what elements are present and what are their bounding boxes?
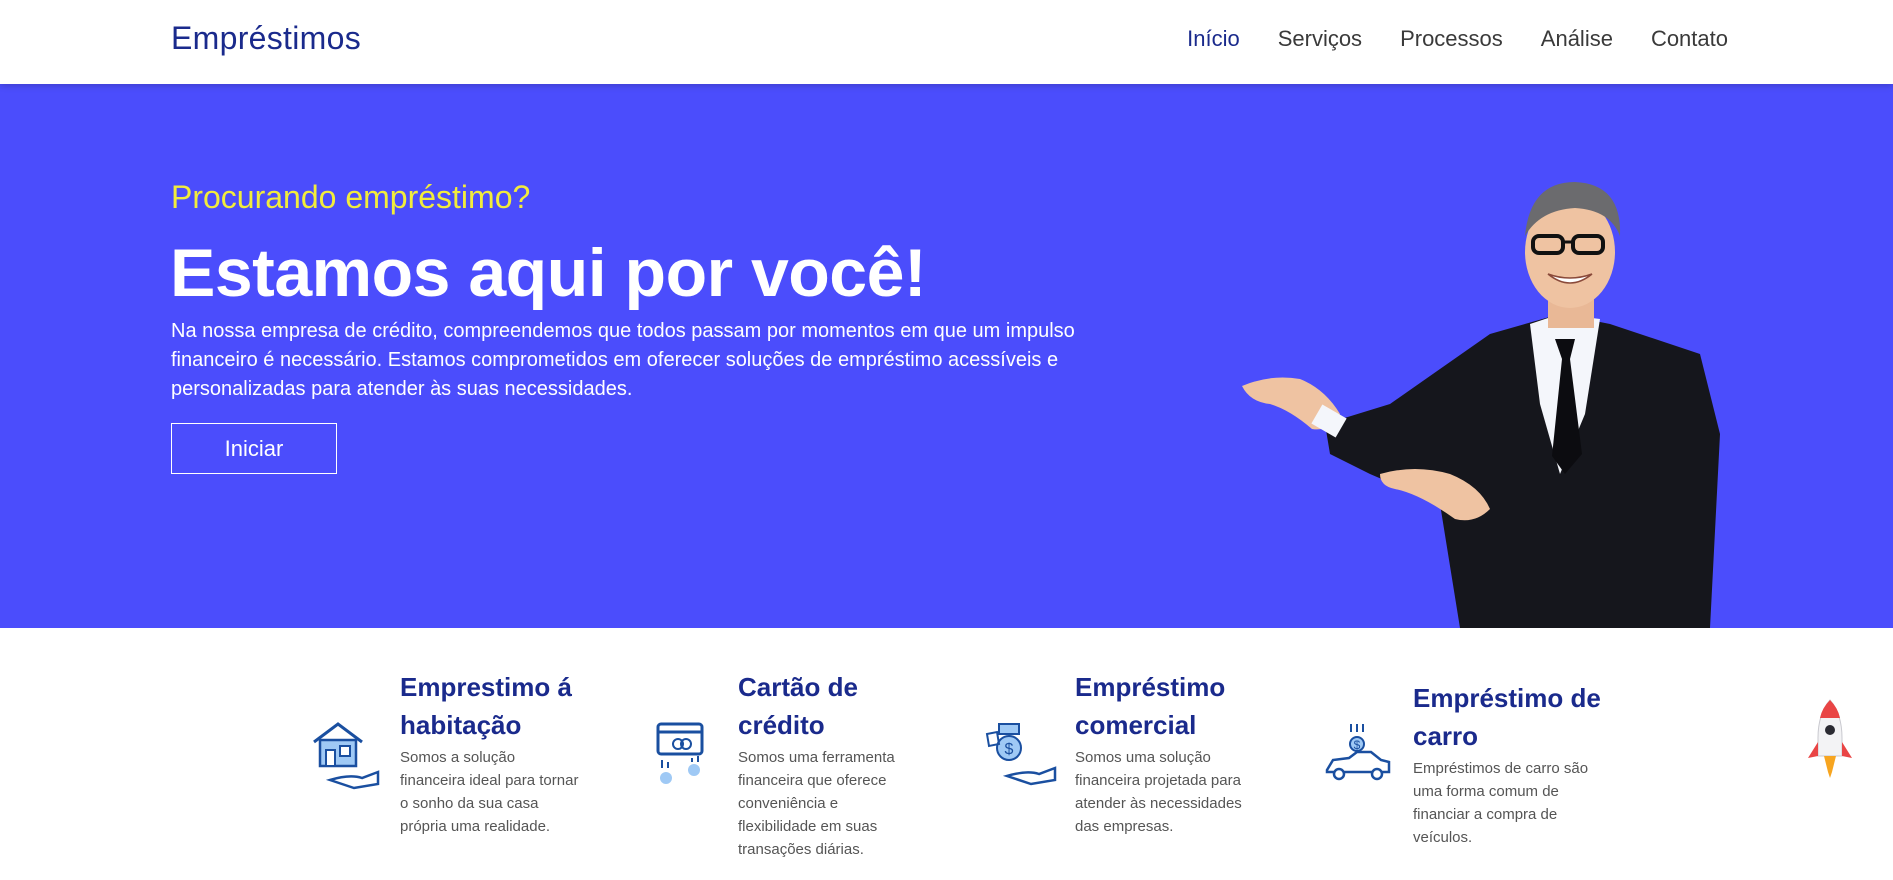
nav-item-analise[interactable]: Análise [1541, 26, 1613, 52]
house-hand-icon [313, 722, 380, 790]
money-hand-icon: $ [985, 723, 1057, 786]
scroll-to-top-rocket-icon[interactable] [1806, 698, 1854, 782]
service-desc: Somos a solução financeira ideal para to… [400, 749, 579, 835]
credit-card-icon [656, 722, 704, 784]
hero-subtitle: Procurando empréstimo? [171, 179, 531, 215]
service-title: Empréstimo comercial [1075, 672, 1226, 740]
service-desc: Empréstimos de carro são uma forma comum… [1413, 760, 1589, 846]
nav-item-servicos[interactable]: Serviços [1278, 26, 1362, 52]
nav-item-contato[interactable]: Contato [1651, 26, 1728, 52]
service-card-car[interactable]: $ Empréstimo de carro Empréstimos de car… [1323, 668, 1653, 868]
services-section: Emprestimo á habitação Somos a solução f… [0, 628, 1893, 880]
service-title: Empréstimo de carro [1413, 683, 1601, 751]
service-card-credit-card[interactable]: Cartão de crédito Somos uma ferramenta f… [648, 668, 978, 868]
hero-title: Estamos aqui por você! [170, 235, 927, 311]
service-card-commercial[interactable]: $ Empréstimo comercial Somos uma solução… [985, 668, 1315, 868]
hero-section: Procurando empréstimo? Estamos aqui por … [0, 84, 1893, 628]
service-title: Cartão de crédito [738, 672, 858, 740]
main-nav: Início Serviços Processos Análise Contat… [1187, 26, 1728, 52]
service-card-housing[interactable]: Emprestimo á habitação Somos a solução f… [310, 668, 640, 868]
svg-text:$: $ [1005, 741, 1014, 758]
brand-logo[interactable]: Empréstimos [171, 20, 361, 57]
start-button[interactable]: Iniciar [171, 423, 337, 474]
businessman-image [1242, 182, 1720, 628]
site-header: Empréstimos Início Serviços Processos An… [0, 0, 1893, 84]
svg-text:$: $ [1354, 738, 1361, 752]
nav-item-processos[interactable]: Processos [1400, 26, 1503, 52]
nav-item-inicio[interactable]: Início [1187, 26, 1240, 52]
service-desc: Somos uma solução financeira projetada p… [1075, 749, 1242, 835]
service-desc: Somos uma ferramenta financeira que ofer… [738, 749, 895, 858]
car-money-icon: $ [1325, 724, 1391, 781]
hero-text: Na nossa empresa de crédito, compreendem… [171, 320, 1075, 400]
service-title: Emprestimo á habitação [400, 672, 572, 740]
